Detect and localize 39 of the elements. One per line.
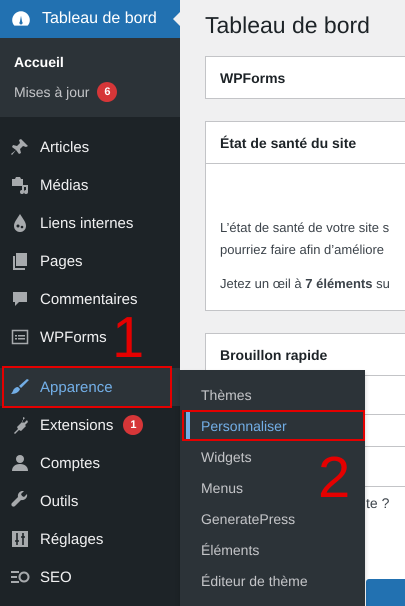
menu-item[interactable]: WPForms — [0, 318, 111, 356]
menu-item[interactable]: Comptes — [0, 444, 104, 482]
menu-item[interactable]: Extensions 1 — [0, 406, 148, 444]
user-icon — [10, 453, 30, 473]
menu-item[interactable]: Apparence — [0, 368, 180, 406]
health-summary: Jetez un œil à 7 éléments su — [220, 275, 391, 293]
menu-item[interactable]: Médias — [0, 166, 92, 204]
menu-item[interactable]: Pages — [0, 242, 87, 280]
submenu-item[interactable]: Mises à jour 6 — [0, 77, 180, 107]
menu-item[interactable]: Réglages — [0, 520, 108, 558]
menu-item[interactable]: Articles — [0, 128, 94, 166]
widget-title: État de santé du site — [220, 134, 356, 150]
menu-item[interactable]: SEO — [0, 558, 76, 596]
submenu-item[interactable]: Accueil — [0, 47, 180, 77]
menu-item[interactable]: Outils — [0, 482, 82, 520]
widget-title: Brouillon rapide — [220, 346, 328, 362]
dashboard-menu-item[interactable]: Tableau de bord — [0, 0, 180, 38]
form-icon — [10, 327, 30, 347]
flyout-item[interactable]: GeneratePress — [180, 503, 302, 534]
count-badge: 6 — [97, 82, 118, 102]
sliders-icon — [10, 529, 30, 549]
paintbrush-icon — [10, 377, 30, 397]
step-number: 2 — [318, 449, 350, 507]
flyout-item[interactable]: Menus — [180, 472, 250, 503]
media-icon — [10, 175, 30, 195]
draft-text: te ? — [366, 495, 390, 511]
pin-icon — [10, 137, 30, 157]
widget-title: WPForms — [220, 70, 286, 86]
health-text: L’état de santé de votre site s pourriez faire afin d’améliore — [220, 219, 390, 259]
pages-icon — [10, 251, 30, 271]
flyout-item[interactable]: Éditeur de thème — [180, 565, 314, 596]
menu-item[interactable]: Liens internes — [0, 204, 138, 242]
flyout-item[interactable]: Personnaliser — [186, 410, 365, 441]
flyout-item[interactable]: Thèmes — [180, 379, 258, 410]
count-badge: 1 — [123, 415, 144, 435]
flyout-item[interactable]: Widgets — [180, 441, 258, 472]
page-title: Tableau de bord — [205, 11, 371, 40]
speech-bubble-icon — [10, 289, 30, 309]
flyout-item[interactable]: Éléments — [180, 534, 266, 565]
